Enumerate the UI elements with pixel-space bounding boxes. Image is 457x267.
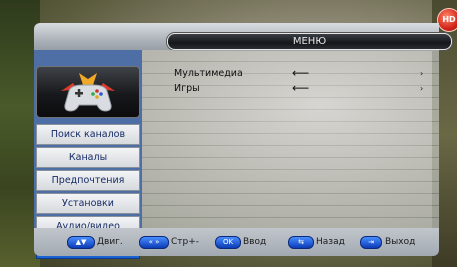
hint-bar: ▲▼ Двиг. « » Стр+- OK Ввод ⇆ Назад ⇥ Вых…: [34, 228, 439, 256]
title-bar: МЕНЮ: [167, 33, 452, 50]
hd-badge: HD: [437, 8, 457, 32]
menu-item-multimedia[interactable]: Мультимедиа ⟵ ›: [142, 66, 439, 81]
back-key-icon: ⇆: [288, 236, 314, 249]
page-key-icon: « »: [139, 236, 169, 249]
sidebar-item-channels[interactable]: Каналы: [36, 147, 140, 168]
main-panel: Мультимедиа ⟵ › Игры ⟵ ›: [142, 50, 439, 228]
menu-top-frame: МЕНЮ: [34, 23, 452, 50]
sidebar-item-preferences[interactable]: Предпочтения: [36, 170, 140, 191]
ok-key-icon: OK: [215, 236, 241, 249]
chevron-right-icon: ›: [420, 69, 424, 78]
menu-window: МЕНЮ Поиск каналов Каналы Предпочтения У…: [34, 23, 452, 259]
menu-item-games[interactable]: Игры ⟵ ›: [142, 81, 439, 96]
hint-label: Стр+-: [171, 237, 200, 247]
hint-label: Назад: [316, 237, 345, 247]
hint-label: Ввод: [243, 237, 267, 247]
hint-label: Выход: [385, 237, 416, 247]
menu-title: МЕНЮ: [292, 36, 327, 47]
exit-key-icon: ⇥: [360, 236, 382, 249]
menu-item-label: Игры: [174, 83, 200, 94]
chevron-right-icon: ›: [420, 84, 424, 93]
sidebar-item-settings[interactable]: Установки: [36, 193, 140, 214]
up-down-key-icon: ▲▼: [67, 236, 95, 249]
sidebar: Поиск каналов Каналы Предпочтения Устано…: [34, 50, 142, 259]
arrow-left-icon: ⟵: [292, 81, 310, 95]
menu-item-label: Мультимедиа: [174, 68, 243, 79]
hint-label: Двиг.: [97, 237, 123, 247]
gamepad-logo-icon: [36, 66, 140, 118]
arrow-left-icon: ⟵: [292, 66, 310, 80]
sidebar-item-channel-search[interactable]: Поиск каналов: [36, 124, 140, 145]
